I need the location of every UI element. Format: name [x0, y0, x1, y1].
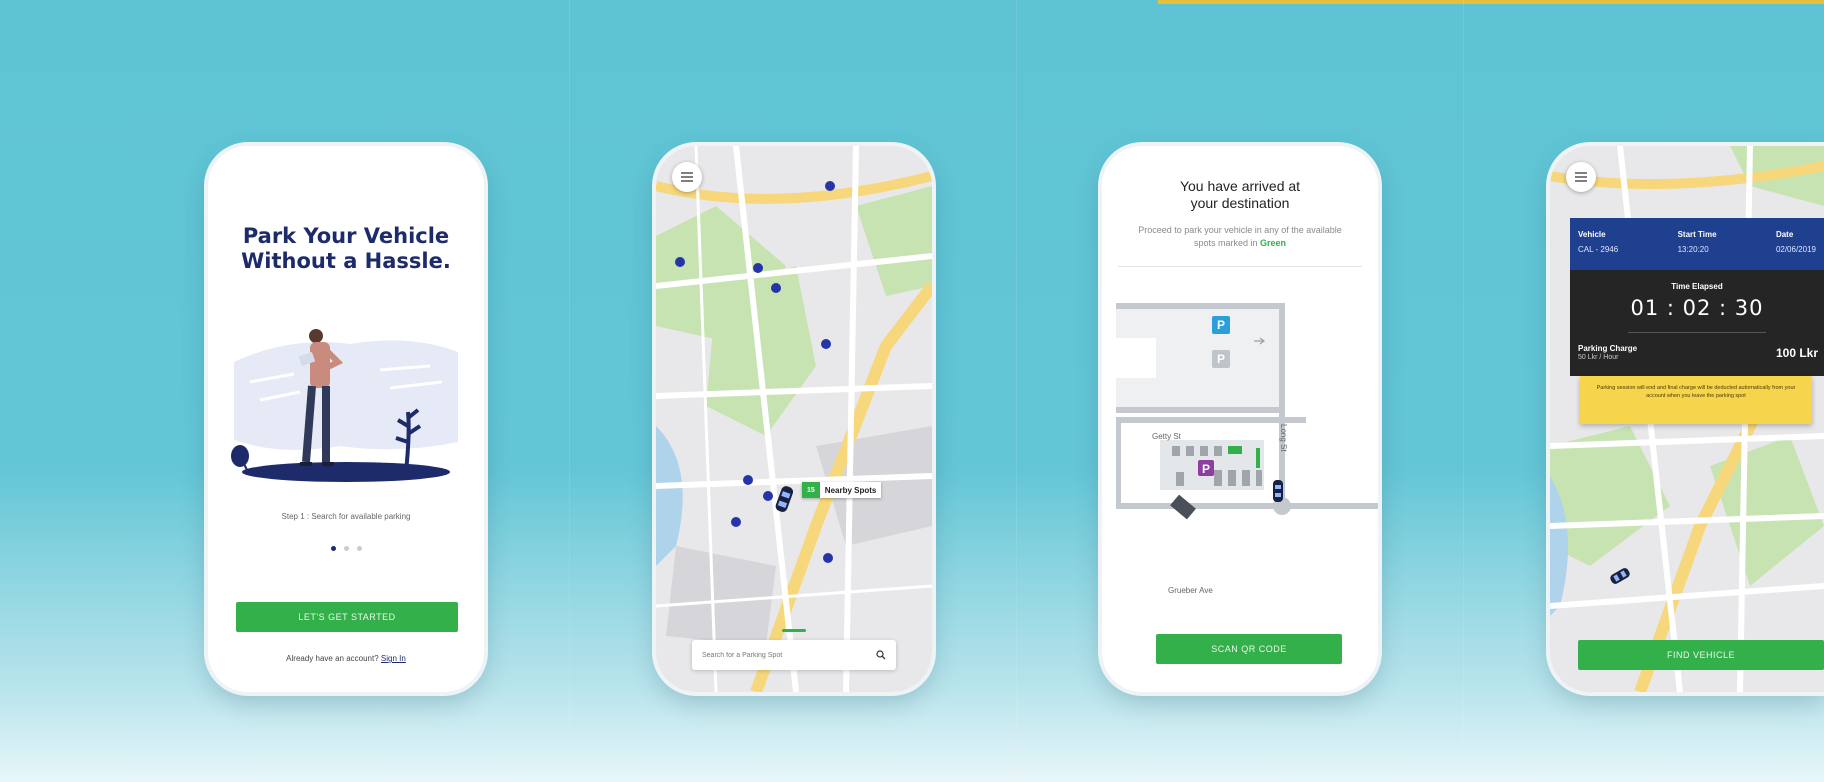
- time-elapsed-value: 01 : 02 : 30: [1630, 296, 1764, 320]
- search-icon[interactable]: [876, 650, 886, 660]
- date-header: Date: [1775, 230, 1794, 239]
- parking-charge-value: 100 Lkr: [1775, 346, 1818, 360]
- search-bar: [692, 640, 896, 670]
- svg-text:P: P: [1217, 352, 1225, 366]
- get-started-button[interactable]: LET'S GET STARTED: [236, 602, 458, 632]
- pagination-dot[interactable]: [330, 546, 336, 551]
- pagination-dot[interactable]: [356, 546, 362, 551]
- phone-map-search: 15 Nearby Spots: [656, 146, 932, 692]
- title-line-2: Without a Hassle.: [241, 249, 451, 273]
- start-time-header: Start Time: [1677, 230, 1717, 239]
- city-map: [656, 146, 932, 692]
- vehicle-value: CAL - 2946: [1578, 245, 1619, 254]
- menu-button[interactable]: [672, 162, 702, 192]
- phone-onboarding: Park Your Vehicle Without a Hassle. Step…: [208, 146, 484, 692]
- date-value: 02/06/2019: [1775, 245, 1816, 254]
- signin-row: Already have an account? Sign In: [208, 654, 484, 663]
- arrival-subtitle-text: Proceed to park your vehicle in any of t…: [1138, 225, 1342, 248]
- street-label-long: Long St: [1279, 424, 1288, 452]
- nearby-label-text: Nearby Spots: [824, 485, 877, 495]
- sign-in-link[interactable]: Sign In: [381, 654, 406, 663]
- pagination-dot[interactable]: [343, 546, 349, 551]
- vehicle-column: Vehicle CAL - 2946: [1578, 230, 1618, 254]
- top-accent-strip: [1158, 0, 1824, 4]
- arrival-title: You have arrived at your destination: [1102, 178, 1378, 212]
- session-timer-panel: Time Elapsed 01 : 02 : 30 Parking Charge…: [1570, 270, 1824, 376]
- svg-text:P: P: [1202, 462, 1210, 476]
- svg-text:P: P: [1217, 318, 1225, 332]
- date-column: Date 02/06/2019: [1776, 230, 1816, 254]
- divider: [1118, 266, 1362, 267]
- hamburger-icon: [681, 172, 693, 182]
- panel-divider: [1016, 0, 1017, 782]
- panel-divider: [1463, 0, 1464, 782]
- onboarding-title: Park Your Vehicle Without a Hassle.: [208, 224, 484, 274]
- sheet-handle[interactable]: [782, 629, 806, 632]
- start-time-column: Start Time 13:20:20: [1678, 230, 1717, 254]
- arrival-subtitle: Proceed to park your vehicle in any of t…: [1132, 224, 1348, 250]
- street-label-getty: Getty St: [1152, 432, 1181, 441]
- signin-prompt: Already have an account?: [286, 654, 379, 663]
- divider: [1628, 332, 1766, 333]
- parking-charge-rate: 50 Lkr / Hour: [1578, 354, 1619, 361]
- step-caption: Step 1 : Search for available parking: [281, 512, 411, 521]
- hamburger-icon: [1575, 172, 1587, 182]
- arrival-title-line-2: your destination: [1190, 195, 1290, 211]
- time-elapsed-label: Time Elapsed: [1671, 282, 1723, 291]
- green-highlight-text: Green: [1260, 238, 1287, 248]
- street-label-grueber: Grueber Ave: [1168, 586, 1213, 595]
- parking-search-input[interactable]: [702, 651, 876, 659]
- nearby-count-badge: 15: [802, 482, 820, 498]
- session-info-header: Vehicle CAL - 2946 Start Time 13:20:20 D…: [1570, 218, 1824, 270]
- panel-divider: [569, 0, 570, 782]
- phone-session: Vehicle CAL - 2946 Start Time 13:20:20 D…: [1550, 146, 1824, 692]
- start-time-value: 13:20:20: [1677, 245, 1709, 254]
- vehicle-header: Vehicle: [1578, 230, 1606, 239]
- phone-arrival: You have arrived at your destination Pro…: [1102, 146, 1378, 692]
- arrival-title-line-1: You have arrived at: [1179, 178, 1301, 194]
- session-notice: Parking session will end and final charg…: [1580, 376, 1812, 424]
- title-line-1: Park Your Vehicle: [242, 224, 450, 248]
- scan-qr-button[interactable]: SCAN QR CODE: [1156, 634, 1342, 664]
- nearby-spots-label[interactable]: 15 Nearby Spots: [802, 482, 882, 498]
- parking-person-illustration: [231, 329, 458, 482]
- menu-button[interactable]: [1566, 162, 1596, 192]
- find-vehicle-button[interactable]: FIND VEHICLE: [1578, 640, 1824, 670]
- pagination-dots: [208, 538, 484, 556]
- parking-lot-map: P P P: [1116, 296, 1378, 536]
- parking-charge-label: Parking Charge: [1578, 344, 1638, 353]
